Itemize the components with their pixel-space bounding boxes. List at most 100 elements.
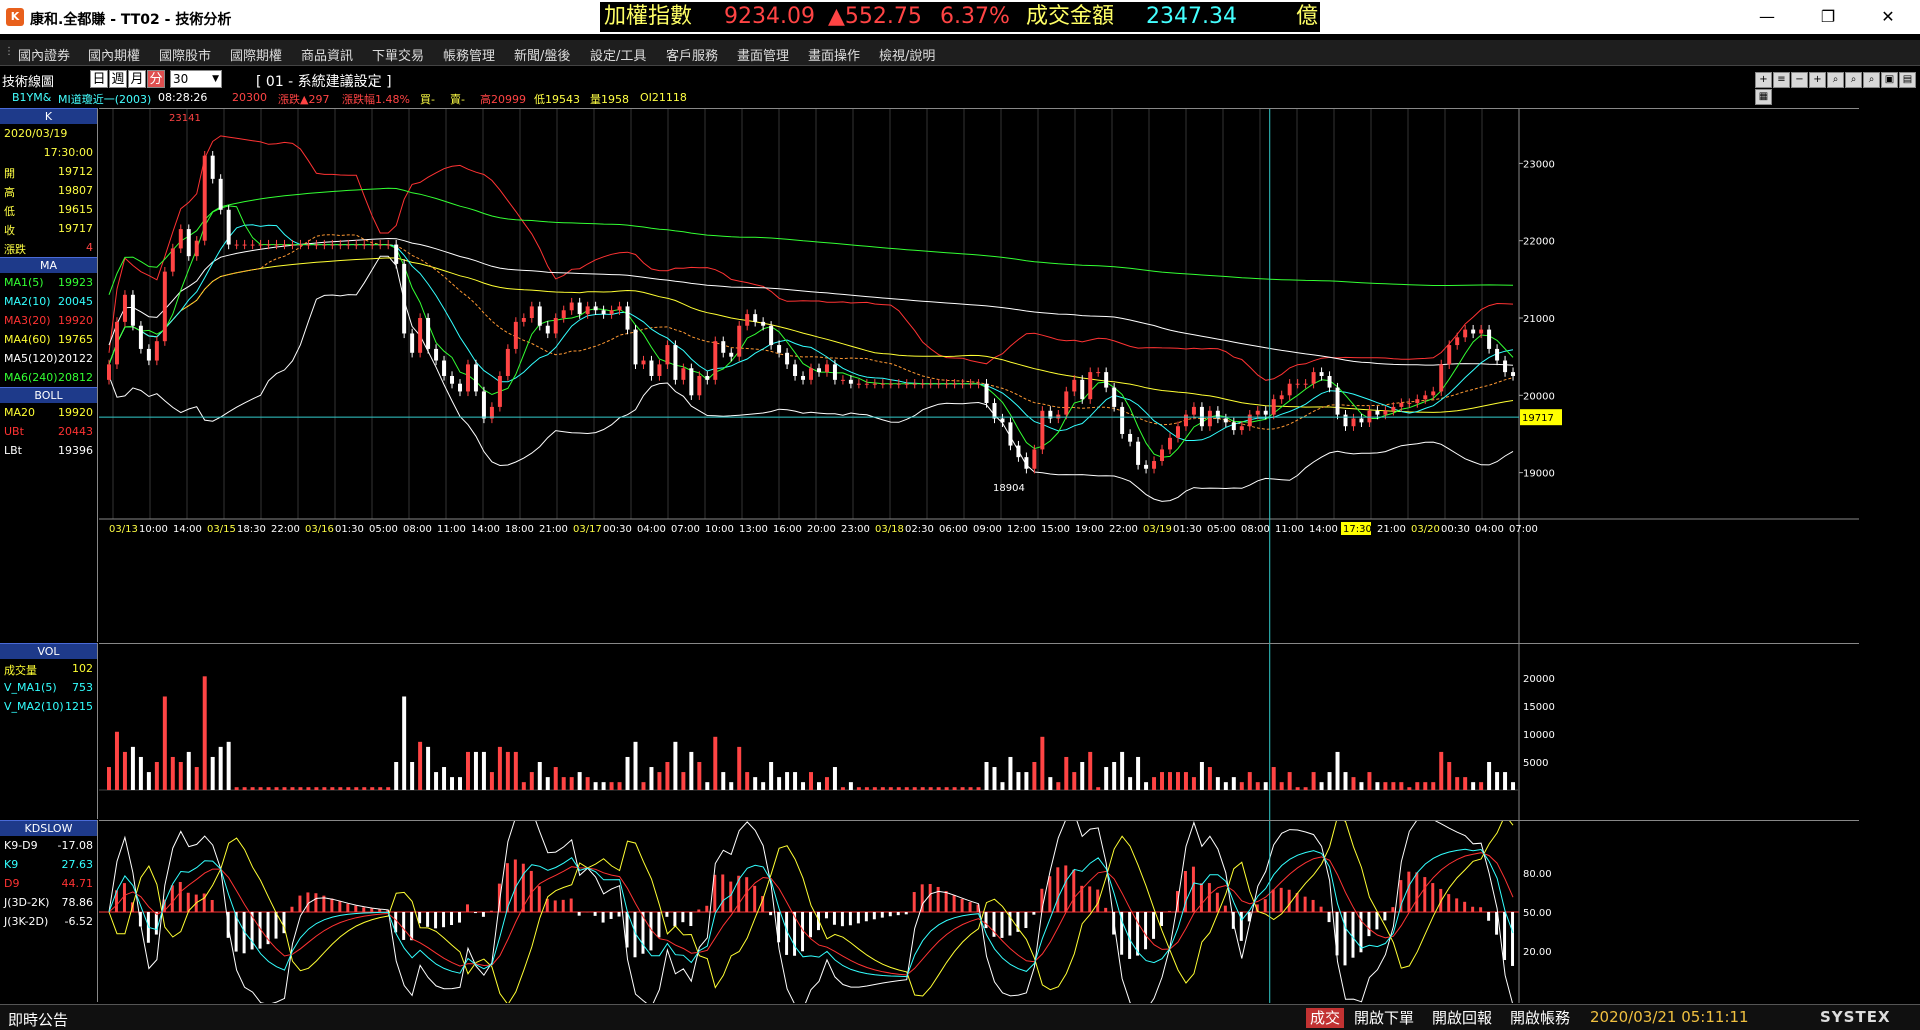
volume-bar bbox=[928, 787, 933, 790]
interval-select[interactable]: 30 ▼ bbox=[170, 70, 222, 88]
ma-value: 19923 bbox=[58, 276, 93, 289]
vol-label: V_MA2(10) bbox=[4, 700, 64, 713]
price-chart-pane[interactable]: 23000 22000 21000 20000 19000 19717 23141 18904… bbox=[99, 108, 1859, 643]
x-tick-label: 17:30 bbox=[1343, 524, 1372, 535]
volume-bar bbox=[362, 787, 367, 790]
candle-body bbox=[1152, 461, 1157, 469]
kd-diff-bar bbox=[1311, 899, 1315, 912]
ma-value: 19920 bbox=[58, 314, 93, 327]
volume-chart[interactable]: 20000 15000 10000 5000 bbox=[99, 644, 1859, 820]
volume-bar bbox=[601, 782, 606, 790]
x-tick-label: 23:00 bbox=[841, 524, 870, 535]
volume-bar bbox=[1287, 772, 1292, 790]
list-icon[interactable]: ≡ bbox=[1773, 72, 1790, 88]
candle-body bbox=[298, 244, 303, 246]
volume-bar bbox=[872, 787, 877, 790]
menu-news[interactable]: 新聞/盤後 bbox=[514, 45, 570, 64]
candle-body bbox=[370, 244, 375, 246]
volume-bar bbox=[434, 772, 439, 790]
info-sell: 賣- bbox=[450, 93, 465, 106]
volume-bar bbox=[138, 756, 143, 790]
k-date: 2020/03/19 bbox=[4, 127, 68, 140]
kd-diff-bar bbox=[1471, 906, 1475, 912]
system-setting[interactable]: [ 01 - 系統建議設定 ] bbox=[256, 71, 392, 91]
candle-body bbox=[1024, 457, 1029, 469]
volume-bar bbox=[473, 751, 478, 790]
zoom-in-icon[interactable]: + bbox=[1809, 72, 1826, 88]
menu-account[interactable]: 帳務管理 bbox=[443, 45, 495, 64]
open-report-button[interactable]: 開啟回報 bbox=[1428, 1008, 1496, 1028]
candle-body bbox=[896, 383, 901, 385]
kd-chart-pane[interactable]: 80.00 50.00 20.00 bbox=[99, 808, 1859, 1012]
x-tick-label: 21:00 bbox=[1377, 524, 1406, 535]
volume-bar bbox=[1479, 782, 1484, 790]
candle-body bbox=[801, 375, 806, 380]
kd-diff-bar bbox=[1160, 912, 1164, 927]
menu-product-info[interactable]: 商品資訊 bbox=[301, 45, 353, 64]
menu-service[interactable]: 客戶服務 bbox=[666, 45, 718, 64]
print-icon[interactable]: ▤ bbox=[1899, 72, 1916, 88]
save-icon[interactable]: ▣ bbox=[1881, 72, 1898, 88]
menu-intl-futures[interactable]: 國際期權 bbox=[230, 45, 282, 64]
period-minute[interactable]: 分 bbox=[147, 70, 165, 88]
volume-bar bbox=[840, 787, 845, 790]
vol-value: 102 bbox=[72, 662, 93, 675]
announcement-label[interactable]: 即時公告 bbox=[8, 1009, 68, 1030]
k-high-row: 高 19807 bbox=[0, 181, 97, 200]
search-plus-icon[interactable]: ⌕ bbox=[1863, 72, 1880, 88]
kd-diff-bar bbox=[450, 912, 454, 926]
open-account-button[interactable]: 開啟帳務 bbox=[1506, 1008, 1574, 1028]
period-week[interactable]: 週 bbox=[109, 70, 127, 88]
candle-body bbox=[146, 348, 151, 361]
candle-body bbox=[1104, 372, 1109, 388]
menu-view-help[interactable]: 檢視/說明 bbox=[879, 45, 935, 64]
period-day[interactable]: 日 bbox=[90, 70, 108, 88]
zoom-out-icon[interactable]: − bbox=[1791, 72, 1808, 88]
ma20-line bbox=[108, 234, 1514, 430]
candle-body bbox=[848, 379, 853, 384]
x-tick-label: 09:00 bbox=[973, 524, 1002, 535]
search-icon[interactable]: ⌕ bbox=[1827, 72, 1844, 88]
search-minus-icon[interactable]: ⌕ bbox=[1845, 72, 1862, 88]
candle-body bbox=[713, 341, 718, 380]
kd-diff-bar bbox=[1263, 899, 1267, 912]
kd-diff-bar bbox=[1271, 889, 1275, 912]
minimize-button[interactable]: — bbox=[1752, 6, 1782, 28]
candle-body bbox=[1032, 449, 1037, 469]
x-tick-label: 03/15 bbox=[207, 524, 236, 535]
candle-body bbox=[114, 321, 119, 365]
crosshair-icon[interactable]: + bbox=[1755, 72, 1772, 88]
trade-button[interactable]: 成交 bbox=[1306, 1008, 1345, 1028]
candle-body bbox=[1415, 399, 1420, 404]
menu-screen-manage[interactable]: 畫面管理 bbox=[737, 45, 789, 64]
volume-bar bbox=[1168, 772, 1172, 790]
ticker-pct: 6.37% bbox=[940, 4, 1010, 29]
kd-diff-bar bbox=[1303, 896, 1307, 912]
menu-settings[interactable]: 設定/工具 bbox=[590, 45, 646, 64]
volume-bar bbox=[1343, 772, 1348, 790]
menu-order[interactable]: 下單交易 bbox=[372, 45, 424, 64]
volume-bar bbox=[1048, 777, 1053, 790]
price-tick-label: 21000 bbox=[1523, 314, 1555, 325]
kd-diff-bar bbox=[1064, 865, 1068, 912]
close-button[interactable]: ✕ bbox=[1873, 6, 1903, 28]
volume-chart-pane[interactable]: 20000 15000 10000 5000 bbox=[99, 643, 1859, 820]
price-tick-label: 19000 bbox=[1523, 469, 1555, 480]
kd-chart[interactable]: 80.00 50.00 20.00 bbox=[99, 808, 1859, 1012]
low-label: 18904 bbox=[993, 483, 1025, 494]
period-month[interactable]: 月 bbox=[128, 70, 146, 88]
volume-bar bbox=[912, 787, 917, 790]
menu-screen-ops[interactable]: 畫面操作 bbox=[808, 45, 860, 64]
boll-label: MA20 bbox=[4, 406, 36, 419]
candle-body bbox=[1168, 437, 1172, 450]
menu-domestic-securities[interactable]: 國內證券 bbox=[18, 45, 70, 64]
menu-domestic-futures[interactable]: 國內期權 bbox=[88, 45, 140, 64]
open-order-button[interactable]: 開啟下單 bbox=[1350, 1008, 1418, 1028]
candle-body bbox=[122, 294, 127, 322]
maximize-button[interactable]: ❐ bbox=[1813, 6, 1843, 28]
menu-intl-stocks[interactable]: 國際股市 bbox=[159, 45, 211, 64]
x-tick-label: 13:00 bbox=[739, 524, 768, 535]
candle-body bbox=[1088, 372, 1093, 400]
volume-bar bbox=[1207, 767, 1212, 790]
price-chart[interactable]: 23000 22000 21000 20000 19000 19717 23141 18904… bbox=[99, 109, 1859, 643]
